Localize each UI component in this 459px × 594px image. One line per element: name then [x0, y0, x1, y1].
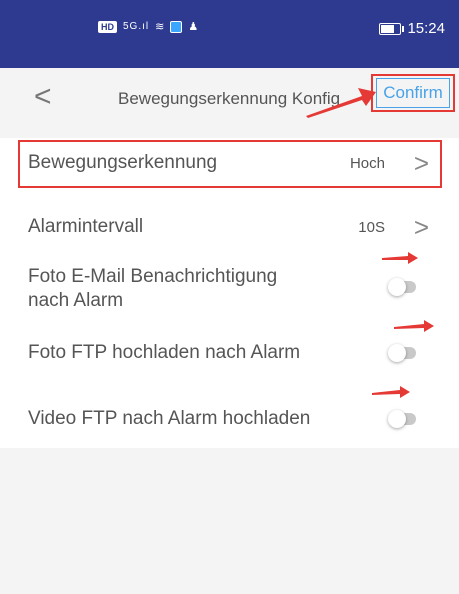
navigation-bar: < Bewegungserkennung Konfig Confirm	[0, 68, 459, 128]
row-label: Alarmintervall	[28, 216, 144, 237]
photo-email-toggle[interactable]	[388, 278, 416, 296]
network-label: 5G	[123, 21, 139, 32]
app-notification-icon	[170, 20, 183, 33]
annotation-arrow-icon	[382, 252, 418, 264]
back-chevron-icon[interactable]: <	[34, 80, 52, 114]
status-bar: HD 5G.ıl ≋ ♟ 15:24	[0, 0, 459, 68]
annotation-arrow-icon	[394, 320, 434, 332]
wifi-icon: ≋	[155, 21, 165, 33]
video-ftp-toggle[interactable]	[388, 410, 416, 428]
photo-ftp-toggle[interactable]	[388, 344, 416, 362]
battery-icon	[379, 22, 405, 35]
clock: 15:24	[407, 20, 445, 37]
confirm-button[interactable]: Confirm	[376, 78, 450, 108]
setting-row-photo-ftp: Foto FTP hochladen nach Alarm	[0, 330, 459, 376]
bell-icon: ♟	[188, 21, 199, 33]
annotation-arrow-icon	[372, 386, 410, 398]
row-label-continuation: nach Alarm	[28, 290, 124, 311]
row-label: Foto FTP hochladen nach Alarm	[28, 342, 301, 363]
setting-row-alarm-interval[interactable]: Alarmintervall 10S >	[0, 204, 459, 254]
row-label: Video FTP nach Alarm hochladen	[28, 408, 311, 429]
signal-icon: 5G.ıl	[123, 21, 150, 32]
row-label: Foto E-Mail Benachrichtigung	[28, 266, 278, 287]
setting-row-video-ftp: Video FTP nach Alarm hochladen	[0, 398, 459, 444]
status-icons: HD 5G.ıl ≋ ♟	[98, 20, 198, 33]
row-value: 10S	[358, 219, 385, 236]
hd-badge: HD	[98, 20, 117, 33]
annotation-highlight-motion-detection	[18, 140, 442, 188]
annotation-arrow-icon	[306, 88, 376, 118]
chevron-right-icon: >	[413, 212, 429, 242]
